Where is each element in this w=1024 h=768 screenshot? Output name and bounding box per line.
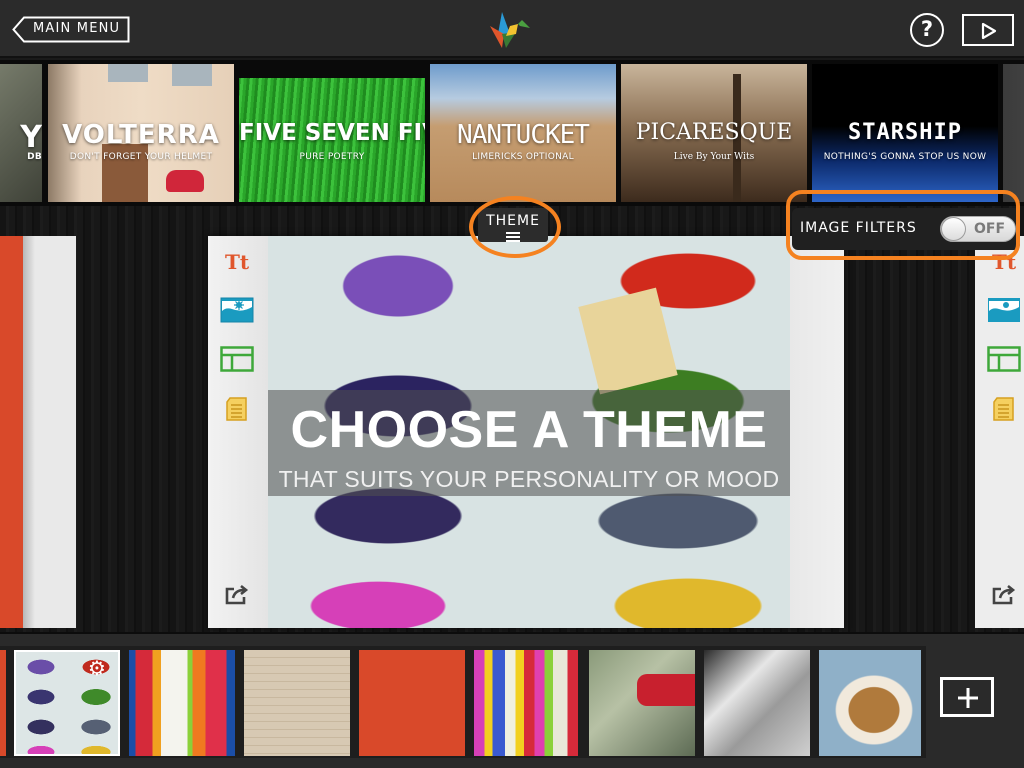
next-page[interactable]: Tt bbox=[975, 236, 1024, 628]
theme-subtitle: Live By Your Wits bbox=[673, 152, 755, 162]
notes-tool-button[interactable] bbox=[220, 396, 254, 424]
caption-subtitle[interactable]: THAT SUITS YOUR PERSONALITY OR MOOD bbox=[268, 466, 790, 493]
shutter bbox=[172, 64, 212, 86]
price-tag bbox=[578, 287, 678, 395]
share-tool-button[interactable] bbox=[987, 581, 1021, 609]
theme-title: NANTUCKET bbox=[457, 120, 590, 150]
theme-subtitle: DB bbox=[27, 152, 42, 162]
page-thumbnail[interactable] bbox=[704, 650, 810, 756]
share-tool-button[interactable] bbox=[220, 581, 254, 609]
notes-icon bbox=[993, 397, 1014, 421]
origami-bird-logo-icon bbox=[490, 12, 530, 48]
image-icon bbox=[988, 298, 1020, 322]
theme-title: VOLTERRA bbox=[62, 120, 220, 150]
theme-highlight-ring bbox=[469, 196, 561, 258]
text-icon: Tt bbox=[224, 250, 250, 274]
page-fold-shadow bbox=[23, 236, 35, 628]
page-toolstrip: Tt bbox=[208, 236, 268, 628]
page-thumbnail-strip[interactable]: ⚙ bbox=[0, 632, 1024, 768]
caption-title[interactable]: CHOOSE A THEME bbox=[268, 400, 790, 460]
theme-tile-picaresque[interactable]: PICARESQUE Live By Your Wits bbox=[621, 64, 807, 202]
plus-icon bbox=[958, 688, 978, 708]
scooter bbox=[166, 170, 204, 192]
theme-subtitle: PURE POETRY bbox=[299, 152, 365, 162]
page-photo-sunglasses[interactable]: CHOOSE A THEME THAT SUITS YOUR PERSONALI… bbox=[268, 236, 790, 628]
layout-icon bbox=[220, 346, 254, 372]
previous-page[interactable] bbox=[0, 236, 76, 628]
theme-tile-starship[interactable]: STARSHIP NOTHING'S GONNA STOP US NOW bbox=[812, 64, 998, 202]
sky bbox=[239, 64, 425, 78]
page-thumbnail[interactable] bbox=[129, 650, 235, 756]
layout-icon bbox=[987, 346, 1021, 372]
theme-carousel[interactable]: Y DB VOLTERRA DON'T FORGET YOUR HELMET F… bbox=[0, 60, 1024, 206]
help-icon: ? bbox=[920, 17, 934, 41]
layout-tool-button[interactable] bbox=[220, 346, 254, 374]
red-sleeve bbox=[637, 674, 695, 706]
page-color-block bbox=[0, 236, 23, 628]
page-thumbnail[interactable] bbox=[244, 650, 350, 756]
theme-title: Y bbox=[20, 120, 42, 155]
page-thumbnail[interactable] bbox=[589, 650, 695, 756]
theme-title: FIVE SEVEN FIVE bbox=[239, 120, 425, 146]
theme-subtitle: NOTHING'S GONNA STOP US NOW bbox=[823, 152, 987, 162]
image-icon bbox=[220, 297, 254, 323]
theme-subtitle: LIMERICKS OPTIONAL bbox=[472, 152, 574, 162]
gear-icon[interactable]: ⚙ bbox=[88, 658, 106, 678]
page-thumbnail-selected[interactable]: ⚙ bbox=[14, 650, 120, 756]
image-tool-button[interactable] bbox=[987, 297, 1021, 325]
play-button[interactable] bbox=[962, 14, 1014, 46]
page-thumbnail[interactable] bbox=[359, 650, 465, 756]
theme-tile[interactable] bbox=[1003, 64, 1024, 202]
image-filters-highlight-ring bbox=[786, 190, 1020, 260]
top-bar: MAIN MENU ? bbox=[0, 0, 1024, 58]
current-page[interactable]: Tt CHOOSE A THEME THAT SUITS YOUR PERSON… bbox=[208, 236, 844, 628]
shutter bbox=[108, 64, 148, 82]
layout-tool-button[interactable] bbox=[987, 346, 1021, 374]
notes-icon bbox=[226, 397, 247, 421]
theme-subtitle: DON'T FORGET YOUR HELMET bbox=[69, 152, 213, 162]
page-thumbnail[interactable] bbox=[0, 650, 6, 756]
page-thumbnail[interactable] bbox=[819, 650, 921, 756]
main-menu-label: MAIN MENU bbox=[33, 21, 121, 36]
share-icon bbox=[992, 584, 1016, 605]
theme-title: STARSHIP bbox=[848, 120, 962, 145]
page-stage: Tt CHOOSE A THEME THAT SUITS YOUR PERSON… bbox=[0, 206, 1024, 632]
page-thumbnail[interactable] bbox=[474, 650, 578, 756]
page-right-margin bbox=[790, 236, 844, 628]
main-menu-button[interactable]: MAIN MENU bbox=[12, 16, 130, 43]
theme-tile-volterra[interactable]: VOLTERRA DON'T FORGET YOUR HELMET bbox=[48, 64, 234, 202]
text-tool-button[interactable]: Tt bbox=[220, 248, 254, 276]
theme-title: PICARESQUE bbox=[635, 120, 793, 145]
image-tool-button[interactable] bbox=[220, 297, 254, 325]
add-page-button[interactable] bbox=[940, 677, 994, 717]
notes-tool-button[interactable] bbox=[987, 396, 1021, 424]
share-icon bbox=[225, 584, 249, 605]
play-icon bbox=[981, 22, 997, 40]
help-button[interactable]: ? bbox=[910, 13, 944, 47]
theme-tile-nantucket[interactable]: NANTUCKET LIMERICKS OPTIONAL bbox=[430, 64, 616, 202]
theme-tile-five-seven-five[interactable]: FIVE SEVEN FIVE PURE POETRY bbox=[239, 64, 425, 202]
theme-tile[interactable]: Y DB bbox=[0, 64, 42, 202]
